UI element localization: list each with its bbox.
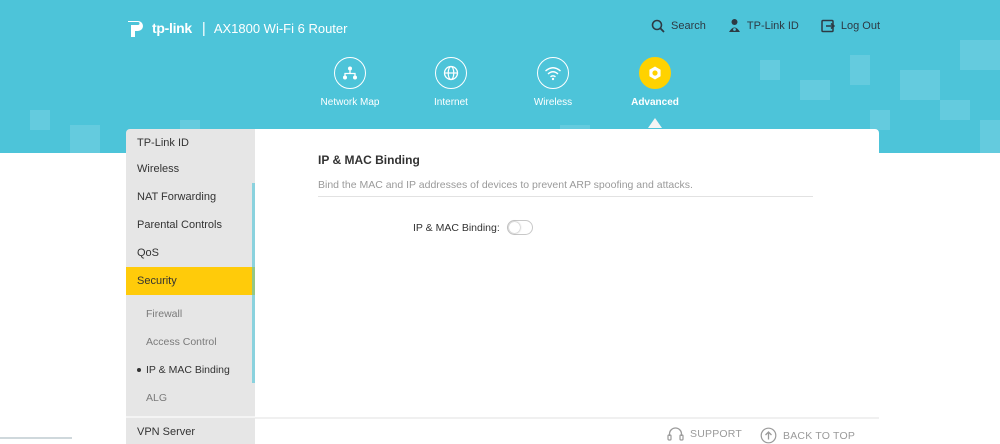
gear-icon	[639, 57, 671, 89]
nav-internet[interactable]: Internet	[401, 57, 501, 108]
brand-name: tp-link	[152, 20, 192, 36]
globe-icon	[435, 57, 467, 89]
headset-icon	[667, 427, 684, 441]
sidebar-item-label: NAT Forwarding	[137, 191, 217, 203]
sidebar-subitem-firewall[interactable]: Firewall	[126, 300, 255, 328]
arrow-up-circle-icon	[760, 427, 777, 444]
sidebar-item-nat-forwarding[interactable]: NAT Forwarding	[126, 183, 255, 211]
sidebar-item-vpn-server[interactable]: VPN Server	[126, 418, 255, 444]
decor-pixel	[70, 125, 100, 153]
nav-wireless[interactable]: Wireless	[503, 57, 603, 108]
nav-network-map-label: Network Map	[320, 97, 380, 108]
main-nav: Network Map Internet Wireless Advanced	[0, 57, 1000, 117]
router-model: AX1800 Wi-Fi 6 Router	[213, 20, 348, 36]
sidebar-subitem-label: IP & MAC Binding	[146, 364, 230, 376]
ip-mac-binding-label: IP & MAC Binding:	[413, 222, 500, 234]
back-to-top-label: BACK TO TOP	[783, 429, 856, 442]
sidebar-item-label: Security	[137, 275, 177, 287]
nav-wireless-label: Wireless	[533, 97, 573, 108]
nav-internet-label: Internet	[434, 97, 468, 108]
sidebar-item-parental-controls[interactable]: Parental Controls	[126, 211, 255, 239]
sidebar-item-label: TP-Link ID	[137, 137, 189, 149]
back-to-top-link[interactable]: BACK TO TOP	[760, 427, 855, 444]
active-tab-pointer	[648, 118, 662, 128]
sidebar-item-tplink-id[interactable]: TP-Link ID	[126, 129, 255, 157]
support-label: SUPPORT	[690, 428, 742, 440]
sidebar-item-wireless[interactable]: Wireless	[126, 155, 255, 183]
user-icon	[728, 19, 740, 32]
nav-network-map[interactable]: Network Map	[300, 57, 400, 108]
sidebar-subitem-ip-mac-binding[interactable]: IP & MAC Binding	[126, 356, 255, 384]
sidebar-item-label: QoS	[137, 247, 160, 259]
edge-strip	[0, 437, 72, 439]
section-divider	[318, 196, 813, 197]
section-title: IP & MAC Binding	[318, 153, 420, 167]
sidebar-item-security[interactable]: Security	[126, 267, 255, 295]
sidebar-item-label: Wireless	[137, 163, 180, 175]
section-description: Bind the MAC and IP addresses of devices…	[318, 179, 693, 191]
content-panel: IP & MAC Binding Bind the MAC and IP add…	[255, 129, 879, 417]
sidebar: TP-Link ID Wireless NAT Forwarding Paren…	[126, 129, 255, 444]
brand-separator: |	[201, 19, 206, 37]
search-link-label: Search	[671, 19, 706, 32]
sidebar-item-qos[interactable]: QoS	[126, 239, 255, 267]
search-icon	[651, 19, 665, 33]
brand-logo[interactable]: tp-link | AX1800 Wi-Fi 6 Router	[125, 12, 347, 44]
footer-bar: SUPPORT BACK TO TOP	[255, 417, 879, 444]
search-link[interactable]: Search	[651, 19, 706, 33]
nav-advanced-label: Advanced	[631, 97, 679, 108]
logout-link[interactable]: Log Out	[821, 19, 880, 33]
tplink-id-link[interactable]: TP-Link ID	[728, 18, 799, 33]
sidebar-subitem-label: ALG	[146, 392, 168, 404]
sidebar-item-label: Parental Controls	[137, 219, 222, 231]
logout-label: Log Out	[840, 19, 880, 32]
sidebar-subitem-access-control[interactable]: Access Control	[126, 328, 255, 356]
tp-link-logo-icon	[125, 16, 149, 40]
logout-icon	[821, 19, 835, 32]
tplink-id-label: TP-Link ID	[746, 19, 799, 32]
decor-pixel	[980, 120, 1000, 153]
sidebar-subitem-alg[interactable]: ALG	[126, 384, 255, 412]
current-page-bullet	[137, 368, 141, 372]
sidebar-subitem-label: Firewall	[146, 308, 183, 320]
sidebar-subitem-label: Access Control	[146, 336, 217, 348]
wifi-icon	[537, 57, 569, 89]
ip-mac-binding-toggle[interactable]	[507, 220, 533, 235]
sidebar-item-label: VPN Server	[137, 426, 196, 438]
top-links: Search TP-Link ID Log Out	[629, 18, 880, 33]
support-link[interactable]: SUPPORT	[667, 427, 742, 441]
toggle-knob	[509, 222, 520, 233]
nav-advanced[interactable]: Advanced	[605, 57, 705, 108]
network-map-icon	[334, 57, 366, 89]
